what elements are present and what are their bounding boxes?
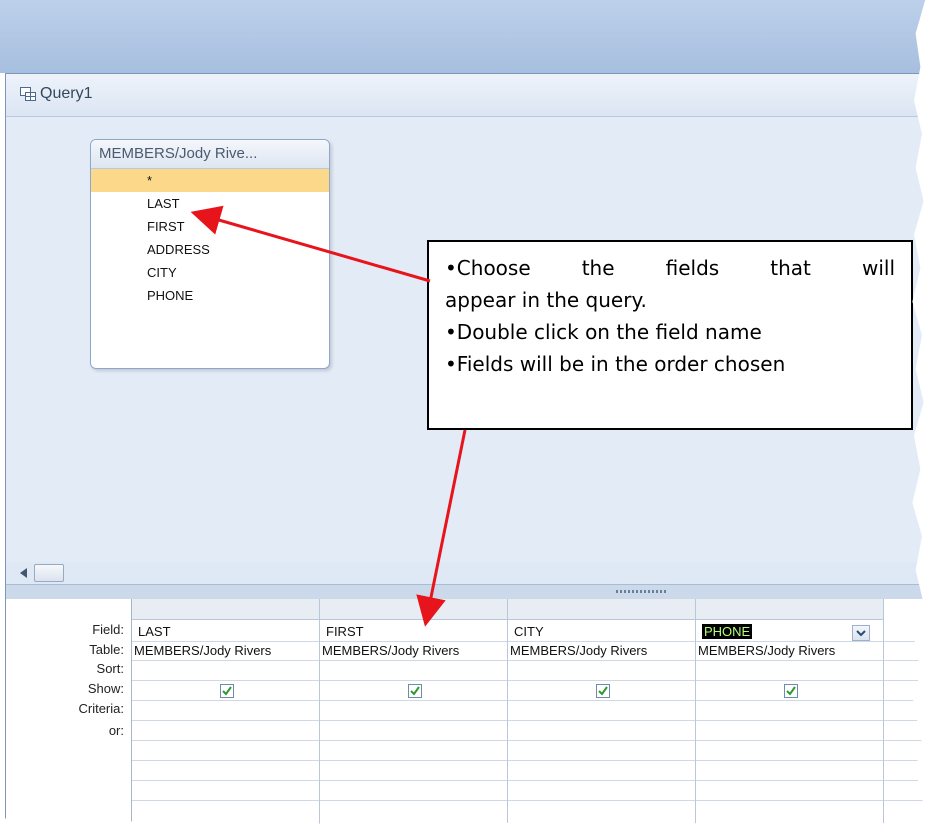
ribbon-background	[0, 0, 938, 73]
field-list-item-last[interactable]: LAST	[91, 192, 329, 215]
field-list-item-first[interactable]: FIRST	[91, 215, 329, 238]
table-cell[interactable]: MEMBERS/Jody Rivers	[134, 643, 319, 658]
row-label-show: Show:	[87, 681, 124, 696]
members-table-box[interactable]: MEMBERS/Jody Rive... * LAST FIRST ADDRES…	[90, 139, 330, 369]
field-list-item-address[interactable]: ADDRESS	[91, 238, 329, 261]
grid-column-3[interactable]: CITY MEMBERS/Jody Rivers	[508, 599, 696, 838]
row-label-criteria: Criteria:	[78, 701, 124, 716]
field-cell[interactable]: FIRST	[326, 624, 364, 639]
column-selector[interactable]	[320, 599, 507, 620]
grid-column-2[interactable]: FIRST MEMBERS/Jody Rivers	[320, 599, 508, 838]
query-title: Query1	[40, 85, 93, 102]
callout-line-1: •Choose the fields that will	[445, 256, 895, 280]
query-tab[interactable]: Query1	[6, 74, 938, 117]
row-label-table: Table:	[89, 642, 124, 657]
field-cell-selected[interactable]: PHONE	[702, 624, 753, 639]
checkmark-icon	[410, 686, 420, 696]
table-box-title[interactable]: MEMBERS/Jody Rive...	[91, 140, 329, 169]
column-selector[interactable]	[132, 599, 319, 620]
field-list-item-city[interactable]: CITY	[91, 261, 329, 284]
column-selector[interactable]	[696, 599, 883, 620]
phone-selected-text: PHONE	[702, 624, 753, 639]
chevron-down-icon	[856, 630, 866, 637]
splitter-grip-icon[interactable]	[616, 590, 668, 593]
field-list-item-all[interactable]: *	[91, 169, 329, 192]
query-window: Query1 MEMBERS/Jody Rive... * LAST FIRST…	[5, 73, 938, 838]
grid-column-1[interactable]: LAST MEMBERS/Jody Rivers	[132, 599, 320, 838]
scrollbar-thumb[interactable]	[34, 564, 64, 582]
show-checkbox[interactable]	[784, 684, 798, 698]
callout-line-4: •Fields will be in the order chosen	[445, 352, 786, 376]
table-cell[interactable]: MEMBERS/Jody Rivers	[698, 643, 883, 658]
table-cell[interactable]: MEMBERS/Jody Rivers	[322, 643, 507, 658]
show-checkbox[interactable]	[408, 684, 422, 698]
checkmark-icon	[598, 686, 608, 696]
show-checkbox[interactable]	[220, 684, 234, 698]
instruction-callout: •Choose the fields that will appear in t…	[427, 240, 913, 430]
scroll-left-arrow-icon[interactable]	[20, 568, 27, 578]
row-label-sort: Sort:	[96, 661, 124, 676]
checkmark-icon	[786, 686, 796, 696]
row-label-or: or:	[108, 723, 124, 738]
callout-line-2: appear in the query.	[445, 288, 647, 312]
horizontal-scrollbar[interactable]	[16, 564, 96, 582]
show-checkbox[interactable]	[596, 684, 610, 698]
grid-column-4[interactable]: PHONE MEMBERS/Jody Rivers	[696, 599, 884, 838]
grid-row-labels: Field: Table: Sort: Show: Criteria: or:	[6, 599, 130, 838]
field-cell[interactable]: CITY	[514, 624, 544, 639]
callout-line-3: •Double click on the field name	[445, 320, 762, 344]
checkmark-icon	[222, 686, 232, 696]
grid-columns: LAST MEMBERS/Jody Rivers FIRST MEMBERS/J…	[131, 599, 938, 838]
pane-splitter[interactable]	[6, 584, 938, 600]
field-list-item-phone[interactable]: PHONE	[91, 284, 329, 307]
query-icon	[20, 87, 36, 101]
column-selector[interactable]	[508, 599, 695, 620]
field-dropdown-button[interactable]	[852, 625, 870, 641]
row-label-field: Field:	[92, 622, 124, 637]
query-design-grid: Field: Table: Sort: Show: Criteria: or: …	[6, 599, 938, 838]
field-cell[interactable]: LAST	[138, 624, 171, 639]
table-cell[interactable]: MEMBERS/Jody Rivers	[510, 643, 695, 658]
